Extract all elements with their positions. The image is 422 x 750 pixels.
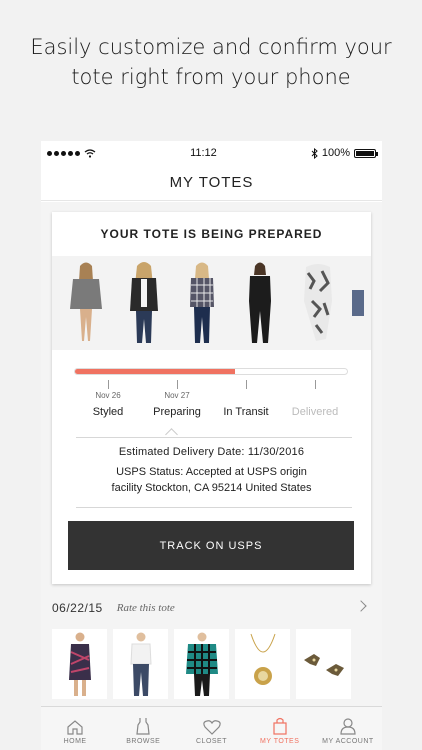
promo-headline: Easily customize and confirm your tote r… [0,32,422,92]
signal-icon [47,150,80,156]
tote-item-2[interactable] [118,260,170,346]
step-tick [177,380,178,389]
tote-item-1[interactable] [60,260,112,346]
bird-earrings-icon [303,654,344,676]
phone-screen: 11:12 100% MY TOTES YOUR TOTE IS BEING P… [41,141,382,750]
current-tote-card: YOUR TOTE IS BEING PREPARED Nov 26 Style… [52,212,371,584]
grey-sweater-outfit-icon [70,262,102,341]
home-icon [67,720,83,735]
tab-label: MY TOTES [260,738,300,745]
rate-tote-link[interactable]: Rate this tote [117,602,175,614]
tab-closet[interactable]: CLOSET [177,707,245,750]
delivery-info: Estimated Delivery Date: 11/30/2016 USPS… [52,444,371,496]
step-label: Delivered [291,406,339,418]
account-icon [340,718,356,735]
tote-item-4[interactable] [234,260,286,346]
battery-icon [353,148,378,158]
dress-icon [136,718,150,735]
step-label: Preparing [153,406,201,418]
promo-line-1: Easily customize and confirm your [30,35,392,59]
tote-bag-icon [273,717,287,735]
white-tee-outfit-icon [129,632,152,696]
tab-label: BROWSE [126,738,161,745]
tote-item-3[interactable] [176,260,228,346]
track-on-usps-button[interactable]: TRACK ON USPS [68,521,354,570]
tote-item-5[interactable] [292,260,344,346]
divider [76,437,352,438]
step-tick [315,380,316,389]
status-bar: 11:12 100% [41,141,382,165]
black-jumpsuit-outfit-icon [249,262,271,343]
tab-browse[interactable]: BROWSE [109,707,177,750]
page-title: MY TOTES [41,165,382,201]
step-label: Styled [92,406,124,418]
past-item-3[interactable] [174,629,229,699]
clock: 11:12 [190,147,217,159]
wifi-icon [84,148,96,158]
heart-icon [202,720,221,735]
chevron-right-icon[interactable] [355,600,367,612]
tab-my-account[interactable]: MY ACCOUNT [314,707,382,750]
tab-label: MY ACCOUNT [322,738,374,745]
tab-home[interactable]: HOME [41,707,109,750]
plaid-top-outfit-icon [190,262,214,343]
divider [76,507,352,508]
step-label: In Transit [223,406,269,418]
usps-status-line-2: facility Stockton, CA 95214 United State… [111,482,312,494]
past-tote-date: 06/22/15 [52,601,103,615]
step-date: Nov 27 [164,391,190,400]
tab-my-totes[interactable]: MY TOTES [246,707,314,750]
progress-fill [75,369,236,374]
estimated-delivery: Estimated Delivery Date: 11/30/2016 [118,446,305,458]
teal-plaid-top-icon [185,632,218,696]
tote-items-carousel[interactable] [52,256,371,350]
tab-label: CLOSET [196,738,228,745]
progress-track [74,368,348,375]
tote-status-title: YOUR TOTE IS BEING PREPARED [100,227,323,241]
step-tick [246,380,247,389]
tab-bar: HOME BROWSE CLOSET MY TOTES MY ACCOUNT [41,706,382,750]
past-item-2[interactable] [113,629,168,699]
step-tick [108,380,109,389]
patterned-scarf-icon [304,264,332,341]
past-tote-items[interactable] [52,629,351,699]
black-blazer-outfit-icon [130,262,158,343]
totes-content[interactable]: YOUR TOTE IS BEING PREPARED Nov 26 Style… [41,202,382,706]
promo-line-2: tote right from your phone [71,65,351,89]
past-tote-header[interactable]: 06/22/15 Rate this tote [52,596,371,620]
printed-dress-icon [68,632,91,696]
tab-label: HOME [63,738,87,745]
step-date: Nov 26 [95,391,121,400]
bluetooth-icon [311,147,318,159]
more-items-peek[interactable] [352,290,364,316]
battery-percent: 100% [321,147,350,159]
past-item-4[interactable] [235,629,290,699]
current-step-caret [165,428,178,441]
pendant-necklace-icon [250,633,275,685]
past-item-5[interactable] [296,629,351,699]
past-item-1[interactable] [52,629,107,699]
shipping-progress: Nov 26 Styled Nov 27 Preparing In Transit Del… [52,350,371,441]
usps-status-line-1: USPS Status: Accepted at USPS origin [116,466,307,478]
